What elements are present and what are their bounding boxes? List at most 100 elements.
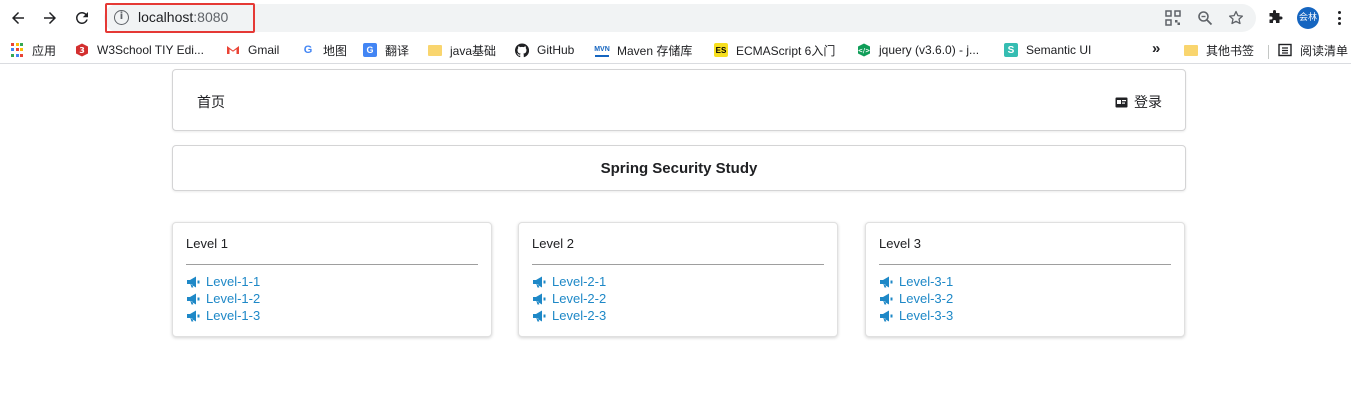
- level-link-list: Level-3-1 Level-3-2 Level-3-3: [879, 273, 953, 324]
- back-arrow-icon[interactable]: [6, 6, 30, 30]
- qr-code-icon[interactable]: [1164, 9, 1182, 27]
- id-card-icon: [1115, 97, 1128, 107]
- apps-grid-icon: [10, 43, 24, 57]
- bullhorn-icon: [533, 293, 546, 304]
- level-card-2: Level 2 Level-2-1 Level-2-2 Level-2-3: [518, 222, 838, 337]
- bookmarks-bar: 应用 3 W3School TIY Edi... Gmail G 地图 G 翻译…: [0, 36, 1351, 64]
- more-bookmarks-chevron-icon[interactable]: »: [1152, 40, 1160, 57]
- level-link-label: Level-3-3: [899, 308, 954, 323]
- browser-menu-icon[interactable]: [1333, 8, 1345, 28]
- bullhorn-icon: [533, 310, 546, 321]
- bullhorn-icon: [533, 276, 546, 287]
- url-text[interactable]: localhost:8080: [138, 9, 228, 25]
- level-divider: [532, 264, 824, 265]
- level-link[interactable]: Level-3-3: [879, 307, 953, 324]
- level-card-1: Level 1 Level-1-1 Level-1-2 Level-1-3: [172, 222, 492, 337]
- url-host: localhost: [138, 9, 194, 25]
- page-title: Spring Security Study: [600, 160, 758, 177]
- level-link[interactable]: Level-2-1: [532, 273, 606, 290]
- login-label: 登录: [1134, 94, 1162, 110]
- extensions-puzzle-icon[interactable]: [1266, 9, 1284, 27]
- level-heading: Level 2: [532, 236, 574, 251]
- level-link-label: Level-2-2: [552, 291, 607, 306]
- level-link-label: Level-2-3: [552, 308, 607, 323]
- bookmark-label: Semantic UI: [1026, 43, 1092, 57]
- bookmarks-divider: [1268, 45, 1269, 59]
- bookmark-semantic-ui[interactable]: S Semantic UI: [1004, 41, 1091, 59]
- level-link[interactable]: Level-3-2: [879, 290, 953, 307]
- level-heading: Level 3: [879, 236, 921, 251]
- login-link[interactable]: 登录: [1115, 92, 1162, 112]
- level-heading: Level 1: [186, 236, 228, 251]
- level-link[interactable]: Level-2-2: [532, 290, 606, 307]
- bookmark-label: 地图: [323, 43, 348, 58]
- level-link[interactable]: Level-1-3: [186, 307, 260, 324]
- bullhorn-icon: [187, 293, 200, 304]
- bookmark-label: java基础: [450, 43, 497, 58]
- home-link[interactable]: 首页: [197, 92, 225, 112]
- bookmark-label: Gmail: [248, 43, 280, 57]
- url-port: :8080: [193, 9, 229, 25]
- bookmark-gmail[interactable]: Gmail: [226, 41, 279, 59]
- title-segment: Spring Security Study: [172, 145, 1186, 191]
- bookmark-label: W3School TIY Edi...: [97, 43, 204, 57]
- reading-list-icon: [1278, 43, 1292, 57]
- gmail-icon: [226, 43, 240, 57]
- bookmark-label: 应用: [32, 43, 57, 58]
- bookmark-label: 阅读清单: [1300, 43, 1349, 58]
- bookmark-label: ECMAScript 6入门: [736, 43, 836, 58]
- svg-text:3: 3: [79, 46, 85, 55]
- forward-arrow-icon[interactable]: [38, 6, 62, 30]
- level-link-label: Level-1-2: [206, 291, 261, 306]
- reading-list[interactable]: 阅读清单: [1278, 41, 1348, 59]
- maven-icon: MVN: [594, 43, 610, 57]
- level-link[interactable]: Level-1-2: [186, 290, 260, 307]
- bullhorn-icon: [187, 276, 200, 287]
- folder-icon: [1184, 43, 1198, 57]
- bookmark-w3school[interactable]: 3 W3School TIY Edi...: [75, 41, 204, 59]
- bookmark-ecmascript[interactable]: ES ECMAScript 6入门: [714, 41, 835, 59]
- level-link[interactable]: Level-3-1: [879, 273, 953, 290]
- bookmark-other-folder[interactable]: 其他书签: [1184, 41, 1254, 59]
- site-info-icon[interactable]: i: [114, 10, 129, 25]
- bookmark-label: 翻译: [385, 43, 410, 58]
- github-icon: [515, 42, 529, 57]
- level-link-label: Level-2-1: [552, 274, 607, 289]
- level-link-list: Level-1-1 Level-1-2 Level-1-3: [186, 273, 260, 324]
- folder-icon: [428, 43, 442, 57]
- profile-avatar[interactable]: 会林: [1297, 7, 1319, 29]
- address-bar[interactable]: [104, 4, 1256, 32]
- bookmark-label: GitHub: [537, 43, 575, 57]
- bookmark-java-folder[interactable]: java基础: [428, 41, 496, 59]
- level-divider: [186, 264, 478, 265]
- level-link-list: Level-2-1 Level-2-2 Level-2-3: [532, 273, 606, 324]
- bullhorn-icon: [880, 293, 893, 304]
- bookmark-translate[interactable]: G 翻译: [363, 41, 409, 59]
- google-icon: G: [303, 44, 313, 56]
- bookmark-apps[interactable]: 应用: [10, 41, 56, 59]
- es-icon: ES: [714, 43, 728, 57]
- zoom-icon[interactable]: [1196, 9, 1214, 27]
- bullhorn-icon: [187, 310, 200, 321]
- jquery-icon: </>: [857, 43, 871, 57]
- bullhorn-icon: [880, 310, 893, 321]
- level-link[interactable]: Level-1-1: [186, 273, 260, 290]
- w3school-icon: 3: [75, 43, 89, 57]
- bookmark-maps[interactable]: G 地图: [301, 41, 347, 59]
- semantic-icon: S: [1004, 43, 1018, 57]
- top-menu-bar: 首页 登录: [172, 69, 1186, 131]
- bookmark-label: Maven 存储库: [617, 43, 693, 58]
- browser-toolbar: i localhost:8080 会林: [0, 0, 1351, 36]
- reload-icon[interactable]: [70, 6, 94, 30]
- bookmark-label: 其他书签: [1206, 43, 1255, 58]
- level-divider: [879, 264, 1171, 265]
- bookmark-github[interactable]: GitHub: [515, 41, 574, 59]
- level-card-3: Level 3 Level-3-1 Level-3-2 Level-3-3: [865, 222, 1185, 337]
- bookmark-maven[interactable]: MVN Maven 存储库: [594, 41, 693, 59]
- translate-icon: G: [363, 43, 377, 57]
- star-bookmark-icon[interactable]: [1227, 9, 1245, 27]
- level-link-label: Level-1-3: [206, 308, 261, 323]
- level-link[interactable]: Level-2-3: [532, 307, 606, 324]
- bookmark-jquery[interactable]: </> jquery (v3.6.0) - j...: [857, 41, 979, 59]
- svg-text:</>: </>: [858, 48, 870, 55]
